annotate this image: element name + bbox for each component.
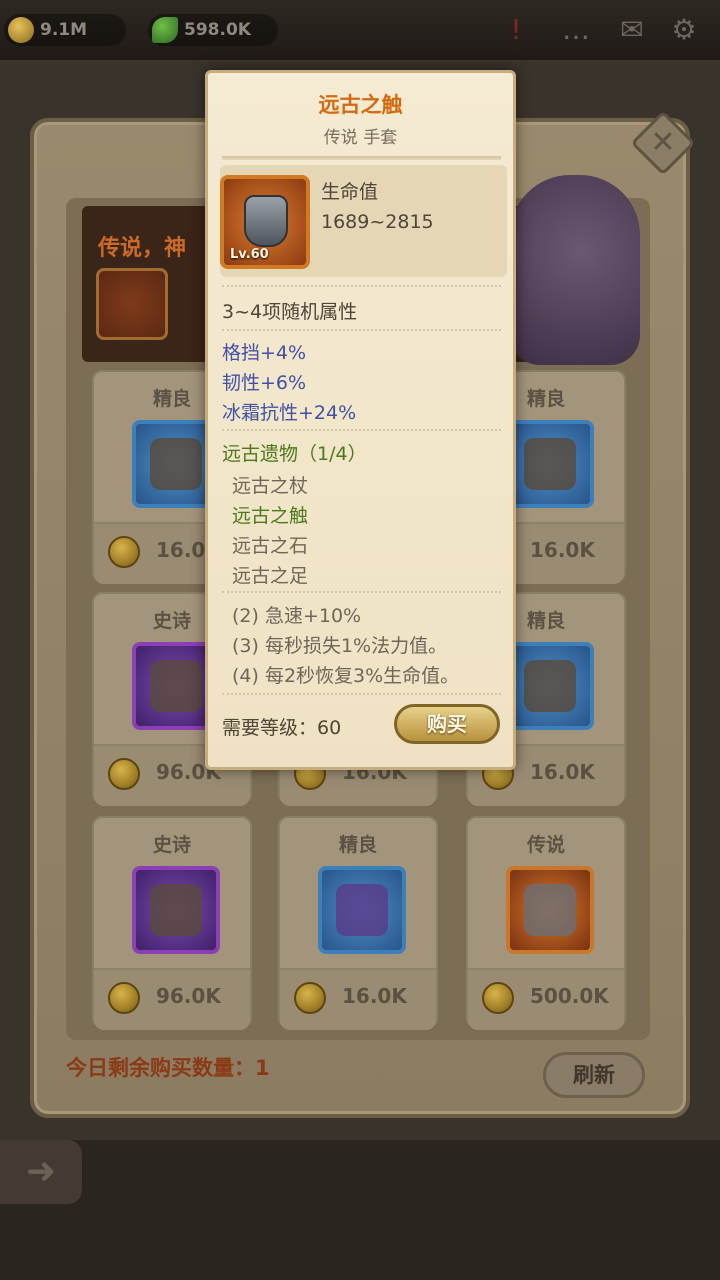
item-rarity: 传说: [526, 834, 565, 856]
coin-icon: [482, 982, 514, 1014]
item-rarity: 史诗: [152, 834, 191, 856]
item-slot: [506, 866, 594, 954]
gold-counter: 9.1M: [4, 14, 126, 46]
expand-arrow-button[interactable]: ➜: [0, 1140, 82, 1204]
divider: [222, 591, 501, 593]
required-level: 需要等级：60: [222, 717, 342, 739]
gauntlet-icon: [524, 884, 576, 936]
set-bonus: (2) 急速+10%: [232, 605, 362, 627]
coin-icon: [108, 758, 140, 790]
item-price: 16.0K: [342, 984, 407, 1008]
attr-line: 韧性+6%: [222, 372, 307, 394]
shop-item-card[interactable]: 传说 500.0K: [466, 816, 626, 1030]
set-item-owned: 远古之触: [232, 505, 309, 527]
item-type: 传说 手套: [323, 128, 398, 148]
arrow-right-icon: ➜: [25, 1151, 57, 1192]
item-tooltip: 远古之触 传说 手套 Lv.60 生命值 1689~2815 3~4项随机属性 …: [205, 70, 516, 770]
set-bonus: (3) 每秒损失1%法力值。: [232, 635, 448, 657]
refresh-button[interactable]: 刷新: [543, 1052, 645, 1098]
staff-icon: [150, 884, 202, 936]
divider: [222, 693, 501, 695]
set-name: 远古遗物（1/4）: [222, 443, 367, 465]
random-attrs-label: 3~4项随机属性: [222, 301, 358, 323]
item-rarity: 精良: [338, 834, 377, 856]
item-slot: [318, 866, 406, 954]
gold-amount: 9.1M: [40, 20, 88, 40]
shop-item-card[interactable]: 精良 16.0K: [278, 816, 438, 1030]
divider: [222, 329, 501, 331]
item-icon-frame: Lv.60: [220, 175, 310, 269]
chat-icon[interactable]: …: [556, 10, 596, 50]
scepter-icon: [96, 268, 168, 340]
gem-counter: 598.0K: [148, 14, 278, 46]
close-icon: ✕: [650, 125, 676, 160]
boots-icon: [524, 438, 576, 490]
set-item: 远古之足: [232, 565, 309, 587]
monster-portrait: [510, 175, 640, 365]
item-price: 96.0K: [156, 984, 221, 1008]
glove-icon: [336, 884, 388, 936]
set-item: 远古之石: [232, 535, 309, 557]
alert-icon[interactable]: !: [496, 10, 536, 50]
item-price: 16.0K: [530, 760, 595, 784]
gauntlet-icon: [244, 195, 288, 247]
helmet-icon: [150, 660, 202, 712]
divider: [222, 429, 501, 431]
shop-item-card[interactable]: 史诗 96.0K: [92, 816, 252, 1030]
top-resource-bar: 9.1M 598.0K ! … ✉ ⚙: [0, 0, 720, 62]
leaf-gem-icon: [152, 17, 178, 43]
coin-icon: [108, 982, 140, 1014]
mail-icon[interactable]: ✉: [612, 10, 652, 50]
gold-coin-icon: [8, 17, 34, 43]
gem-amount: 598.0K: [184, 20, 251, 40]
divider: [222, 156, 501, 160]
remaining-purchases: 今日剩余购买数量：1: [66, 1056, 270, 1080]
item-slot: [506, 642, 594, 730]
bottom-bar: [0, 1140, 720, 1280]
banner-title: 传说，神: [98, 236, 187, 261]
attr-line: 格挡+4%: [222, 342, 307, 364]
buy-button[interactable]: 购买: [394, 704, 500, 744]
stat-value: 1689~2815: [321, 211, 434, 233]
stat-name: 生命值: [321, 181, 379, 203]
item-slot: [132, 866, 220, 954]
coin-icon: [294, 982, 326, 1014]
item-level: Lv.60: [230, 247, 269, 262]
item-price: 500.0K: [530, 984, 609, 1008]
divider: [222, 285, 501, 287]
set-bonus: (4) 每2秒恢复3%生命值。: [232, 665, 460, 687]
hood-icon: [524, 660, 576, 712]
item-slot: [506, 420, 594, 508]
attr-line: 冰霜抗性+24%: [222, 402, 357, 424]
item-name: 远古之触: [318, 93, 403, 117]
settings-icon[interactable]: ⚙: [664, 10, 704, 50]
coin-icon: [108, 536, 140, 568]
item-price: 16.0K: [530, 538, 595, 562]
set-item: 远古之杖: [232, 475, 309, 497]
mask-icon: [150, 438, 202, 490]
